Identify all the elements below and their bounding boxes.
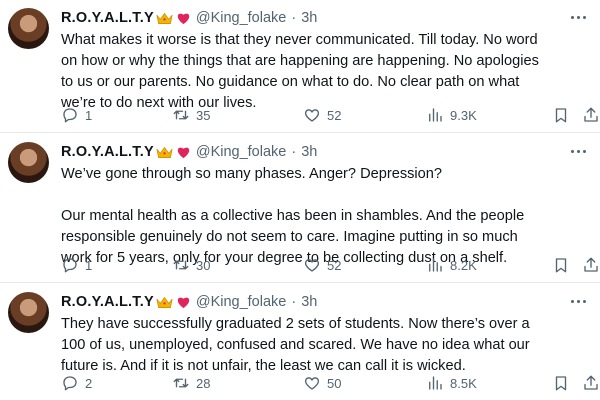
views-button[interactable]: 9.3K bbox=[426, 106, 477, 124]
share-button[interactable] bbox=[582, 106, 600, 124]
reply-icon bbox=[63, 376, 77, 391]
repost-count: 35 bbox=[196, 107, 211, 123]
like-count: 52 bbox=[327, 257, 342, 273]
crown-emoji bbox=[156, 294, 173, 310]
views-icon bbox=[429, 258, 442, 272]
views-count: 8.5K bbox=[450, 375, 477, 391]
more-dots-icon[interactable] bbox=[568, 10, 588, 24]
like-button[interactable]: 52 bbox=[303, 256, 341, 274]
like-icon bbox=[304, 109, 320, 122]
repost-icon bbox=[173, 260, 189, 270]
bookmark-button[interactable] bbox=[552, 106, 570, 124]
red-heart-emoji bbox=[175, 10, 191, 26]
separator-dot: · bbox=[291, 144, 297, 160]
reply-icon bbox=[63, 258, 77, 273]
repost-icon bbox=[173, 378, 189, 388]
views-icon bbox=[429, 376, 442, 390]
reply-count: 1 bbox=[85, 257, 93, 273]
bookmark-button[interactable] bbox=[552, 256, 570, 274]
repost-button[interactable]: 28 bbox=[172, 374, 210, 392]
tweet[interactable]: R.O.Y.A.L.T.Y @King_folake · 3h They hav… bbox=[0, 284, 600, 400]
tweet-text: What makes it worse is that they never c… bbox=[61, 32, 539, 111]
tweet-actions: 2 28 50 8.5K bbox=[58, 374, 598, 394]
repost-count: 30 bbox=[196, 257, 211, 273]
repost-count: 28 bbox=[196, 375, 211, 391]
reply-icon bbox=[63, 108, 77, 123]
separator-dot: · bbox=[291, 294, 297, 310]
more-dots-icon[interactable] bbox=[568, 294, 588, 308]
bookmark-button[interactable] bbox=[552, 374, 570, 392]
share-button[interactable] bbox=[582, 374, 600, 392]
tweet-header: R.O.Y.A.L.T.Y @King_folake · 3h bbox=[61, 142, 317, 162]
author-name[interactable]: R.O.Y.A.L.T.Y bbox=[61, 144, 154, 160]
author-name[interactable]: R.O.Y.A.L.T.Y bbox=[61, 294, 154, 310]
reply-button[interactable]: 1 bbox=[61, 106, 92, 124]
tweet-header: R.O.Y.A.L.T.Y @King_folake · 3h bbox=[61, 292, 317, 312]
avatar[interactable] bbox=[8, 292, 49, 333]
author-handle[interactable]: @King_folake bbox=[196, 144, 287, 160]
crown-emoji bbox=[156, 10, 173, 26]
views-button[interactable]: 8.2K bbox=[426, 256, 477, 274]
like-count: 50 bbox=[327, 375, 342, 391]
tweet-header: R.O.Y.A.L.T.Y @King_folake · 3h bbox=[61, 8, 317, 28]
red-heart-emoji bbox=[175, 294, 191, 310]
tweet-actions: 1 35 52 9.3K bbox=[58, 106, 598, 126]
like-button[interactable]: 52 bbox=[303, 106, 341, 124]
bookmark-icon bbox=[555, 376, 567, 391]
tweet-text: They have successfully graduated 2 sets … bbox=[61, 316, 530, 374]
repost-button[interactable]: 35 bbox=[172, 106, 210, 124]
tweet-timestamp[interactable]: 3h bbox=[301, 144, 317, 160]
avatar[interactable] bbox=[8, 8, 49, 49]
tweet[interactable]: R.O.Y.A.L.T.Y @King_folake · 3h We’ve go… bbox=[0, 134, 600, 283]
separator-dot: · bbox=[291, 10, 297, 26]
more-dots-icon[interactable] bbox=[568, 144, 588, 158]
author-handle[interactable]: @King_folake bbox=[196, 294, 287, 310]
views-button[interactable]: 8.5K bbox=[426, 374, 477, 392]
repost-button[interactable]: 30 bbox=[172, 256, 210, 274]
reply-button[interactable]: 2 bbox=[61, 374, 92, 392]
tweet-text: We’ve gone through so many phases. Anger… bbox=[61, 166, 525, 266]
avatar[interactable] bbox=[8, 142, 49, 183]
like-button[interactable]: 50 bbox=[303, 374, 341, 392]
tweet-thread: R.O.Y.A.L.T.Y @King_folake · 3h What mak… bbox=[0, 0, 600, 400]
reply-count: 2 bbox=[85, 375, 93, 391]
views-count: 8.2K bbox=[450, 257, 477, 273]
repost-icon bbox=[173, 110, 189, 120]
tweet[interactable]: R.O.Y.A.L.T.Y @King_folake · 3h What mak… bbox=[0, 0, 600, 133]
red-heart-emoji bbox=[175, 144, 191, 160]
bookmark-icon bbox=[555, 108, 567, 123]
bookmark-icon bbox=[555, 258, 567, 273]
like-icon bbox=[304, 377, 320, 390]
views-count: 9.3K bbox=[450, 107, 477, 123]
author-name[interactable]: R.O.Y.A.L.T.Y bbox=[61, 10, 154, 26]
like-icon bbox=[304, 259, 320, 272]
reply-count: 1 bbox=[85, 107, 93, 123]
author-handle[interactable]: @King_folake bbox=[196, 10, 287, 26]
tweet-actions: 1 30 52 8.2K bbox=[58, 256, 598, 276]
share-icon bbox=[584, 107, 598, 122]
tweet-timestamp[interactable]: 3h bbox=[301, 294, 317, 310]
crown-emoji bbox=[156, 144, 173, 160]
tweet-timestamp[interactable]: 3h bbox=[301, 10, 317, 26]
reply-button[interactable]: 1 bbox=[61, 256, 92, 274]
views-icon bbox=[429, 108, 442, 122]
like-count: 52 bbox=[327, 107, 342, 123]
share-icon bbox=[584, 257, 598, 272]
share-icon bbox=[584, 375, 598, 390]
share-button[interactable] bbox=[582, 256, 600, 274]
